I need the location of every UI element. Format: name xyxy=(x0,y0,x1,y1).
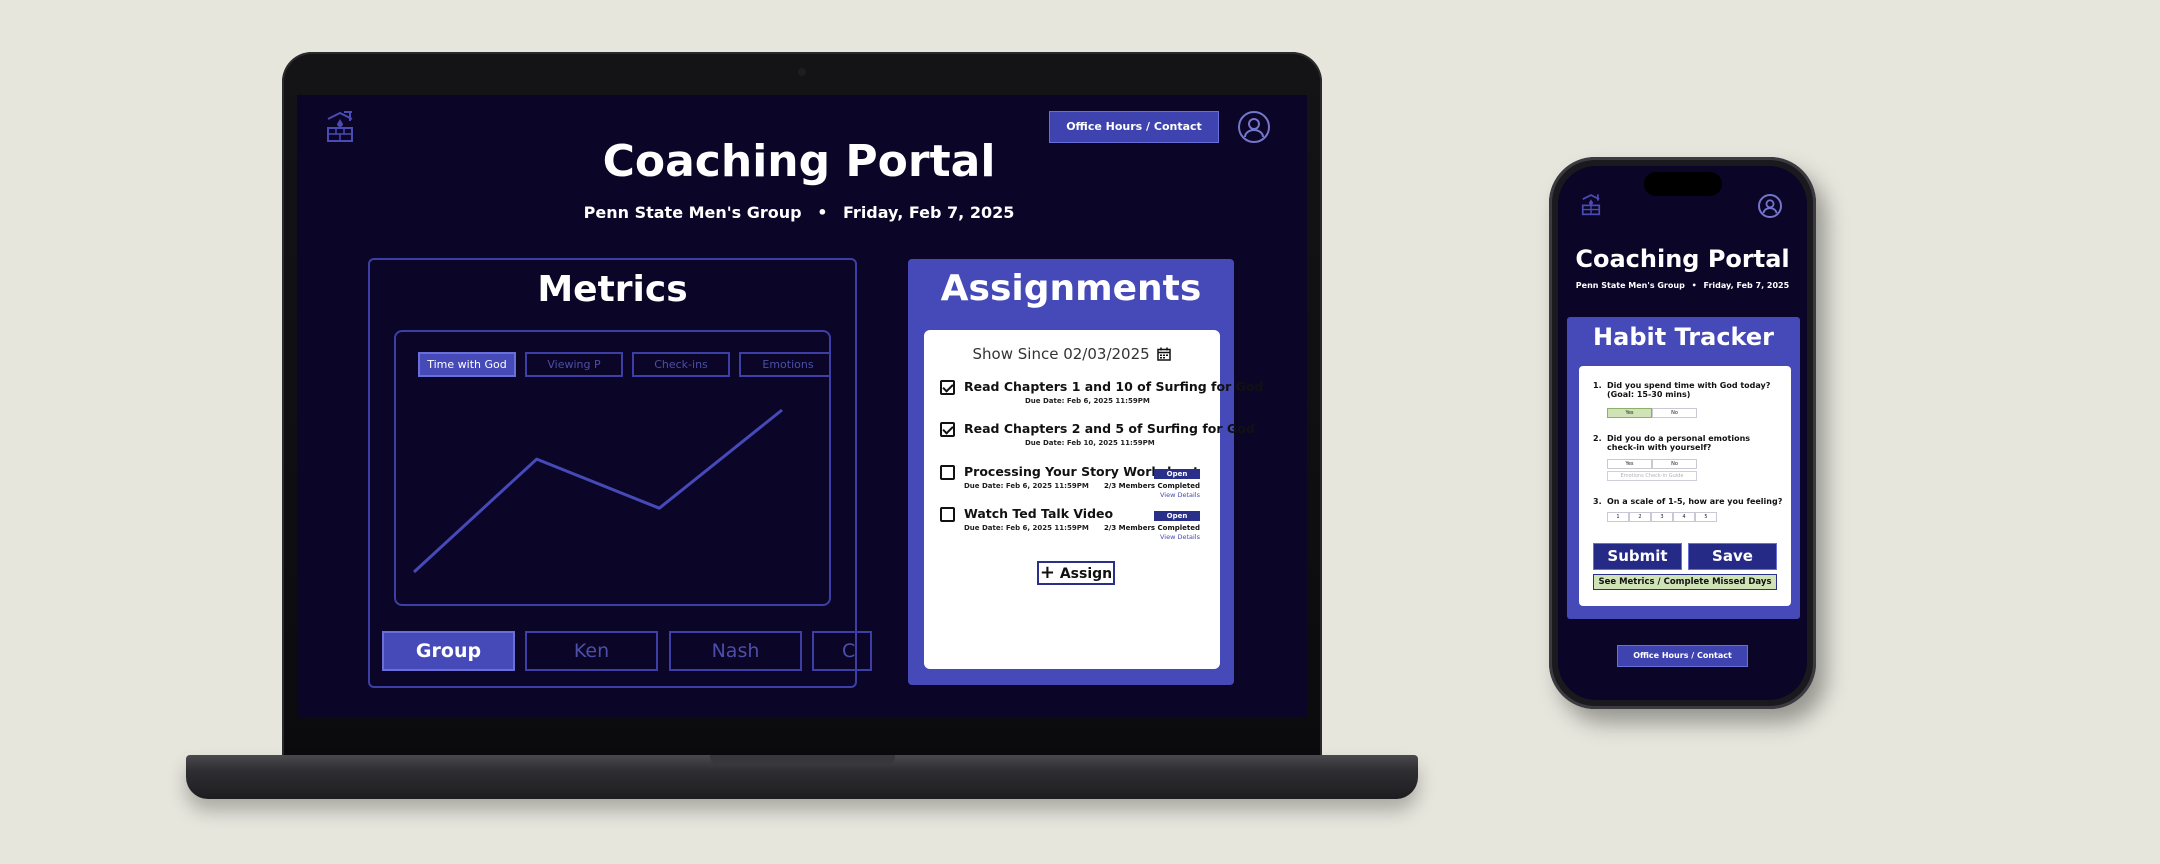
task-open-button-3[interactable]: Open xyxy=(1154,469,1200,479)
task-view-details-3[interactable]: View Details xyxy=(1100,491,1200,499)
well-logo-icon[interactable] xyxy=(324,109,356,143)
phone-page-subtitle: Penn State Men's Group • Friday, Feb 7, … xyxy=(1558,281,1807,291)
show-since-label: Show Since 02/03/2025 xyxy=(972,345,1150,363)
task-title-2: Read Chapters 2 and 5 of Surfing for God xyxy=(964,421,1255,436)
task-due-1: Due Date: Feb 6, 2025 11:59PM xyxy=(1025,397,1150,405)
phone-group-name: Penn State Men's Group xyxy=(1575,281,1685,290)
task-checkbox-4[interactable] xyxy=(940,507,955,522)
metrics-title: Metrics xyxy=(537,269,688,310)
group-name: Penn State Men's Group xyxy=(583,203,802,222)
plus-icon: + xyxy=(1039,562,1055,583)
office-hours-button[interactable]: Office Hours / Contact xyxy=(1049,111,1219,143)
emotions-checkin-input[interactable]: Emotions Check-in Guide xyxy=(1607,471,1697,481)
task-due-4: Due Date: Feb 6, 2025 11:59PM xyxy=(964,524,1089,532)
show-since-filter[interactable]: Show Since 02/03/2025 xyxy=(924,345,1220,365)
phone-subtitle-separator: • xyxy=(1691,281,1697,290)
task-open-button-4[interactable]: Open xyxy=(1154,511,1200,521)
question-1-number: 1. xyxy=(1593,381,1602,390)
question-1-text: Did you spend time with God today? (Goal… xyxy=(1607,381,1771,399)
q1-no-option[interactable]: No xyxy=(1652,408,1697,418)
habit-tracker-panel: Habit Tracker 1. Did you spend time with… xyxy=(1567,317,1800,619)
profile-avatar-icon[interactable] xyxy=(1238,111,1270,143)
laptop-camera xyxy=(798,68,806,76)
question-3-text: On a scale of 1-5, how are you feeling? xyxy=(1607,497,1783,506)
habit-tracker-card: 1. Did you spend time with God today? (G… xyxy=(1579,366,1791,606)
current-date: Friday, Feb 7, 2025 xyxy=(843,203,1015,222)
phone-well-logo-icon[interactable] xyxy=(1580,192,1602,216)
question-2-text: Did you do a personal emotions check-in … xyxy=(1607,434,1751,452)
person-tab-group[interactable]: Group xyxy=(382,631,515,671)
q2-yes-option[interactable]: Yes xyxy=(1607,459,1652,469)
scale-option-1[interactable]: 1 xyxy=(1607,512,1629,522)
laptop-notch xyxy=(710,755,895,766)
calendar-icon[interactable] xyxy=(1157,347,1172,361)
see-metrics-button[interactable]: See Metrics / Complete Missed Days xyxy=(1593,574,1777,590)
scale-option-4[interactable]: 4 xyxy=(1673,512,1695,522)
q1-yes-option[interactable]: Yes xyxy=(1607,408,1652,418)
phone-office-hours-button[interactable]: Office Hours / Contact xyxy=(1617,645,1748,667)
q2-no-option[interactable]: No xyxy=(1652,459,1697,469)
phone-dynamic-island xyxy=(1644,172,1722,196)
task-members-3: 2/3 Members Completed xyxy=(1103,482,1200,490)
person-tab-ken[interactable]: Ken xyxy=(525,631,658,671)
task-checkbox-3[interactable] xyxy=(940,465,955,480)
chart-series-line xyxy=(412,408,783,574)
person-tab-more[interactable]: C xyxy=(812,631,872,671)
person-tab-nash[interactable]: Nash xyxy=(669,631,802,671)
phone-current-date: Friday, Feb 7, 2025 xyxy=(1703,281,1790,290)
task-checkbox-2[interactable] xyxy=(940,422,955,437)
scale-option-5[interactable]: 5 xyxy=(1695,512,1717,522)
question-3-number: 3. xyxy=(1593,497,1602,506)
page-subtitle: Penn State Men's Group • Friday, Feb 7, … xyxy=(547,203,1051,223)
subtitle-separator: • xyxy=(817,203,828,222)
task-checkbox-1[interactable] xyxy=(940,380,955,395)
phone-page-title: Coaching Portal xyxy=(1575,245,1790,273)
task-due-3: Due Date: Feb 6, 2025 11:59PM xyxy=(964,482,1089,490)
scale-option-2[interactable]: 2 xyxy=(1629,512,1651,522)
phone-screen: Coaching Portal Penn State Men's Group •… xyxy=(1558,166,1807,700)
task-view-details-4[interactable]: View Details xyxy=(1100,533,1200,541)
metrics-panel: Metrics Time with God Viewing P Check-in… xyxy=(368,258,872,688)
assignments-card: Show Since 02/03/2025 Read Chapters 1 an… xyxy=(924,330,1263,669)
task-title-1: Read Chapters 1 and 10 of Surfing for Go… xyxy=(964,379,1264,394)
habit-tracker-title: Habit Tracker xyxy=(1593,323,1774,351)
scale-option-3[interactable]: 3 xyxy=(1651,512,1673,522)
metrics-chart: Time with God Viewing P Check-ins Emotio… xyxy=(394,330,831,606)
line-chart xyxy=(412,408,783,574)
assign-button[interactable]: + Assign xyxy=(1037,561,1115,585)
page-title: Coaching Portal xyxy=(602,136,996,187)
phone-profile-avatar-icon[interactable] xyxy=(1758,194,1782,218)
question-2-number: 2. xyxy=(1593,434,1602,443)
save-button[interactable]: Save xyxy=(1688,543,1777,570)
assignments-panel: Assignments Show Since 02/03/2025 Read C… xyxy=(908,259,1263,685)
task-due-2: Due Date: Feb 10, 2025 11:59PM xyxy=(1025,439,1155,447)
assign-label: Assign xyxy=(1059,566,1113,582)
submit-button[interactable]: Submit xyxy=(1593,543,1682,570)
task-members-4: 2/3 Members Completed xyxy=(1103,524,1200,532)
assignments-title: Assignments xyxy=(940,268,1202,309)
task-title-4: Watch Ted Talk Video xyxy=(964,506,1114,521)
laptop-screen: Office Hours / Contact Coaching Portal P… xyxy=(297,95,1307,718)
